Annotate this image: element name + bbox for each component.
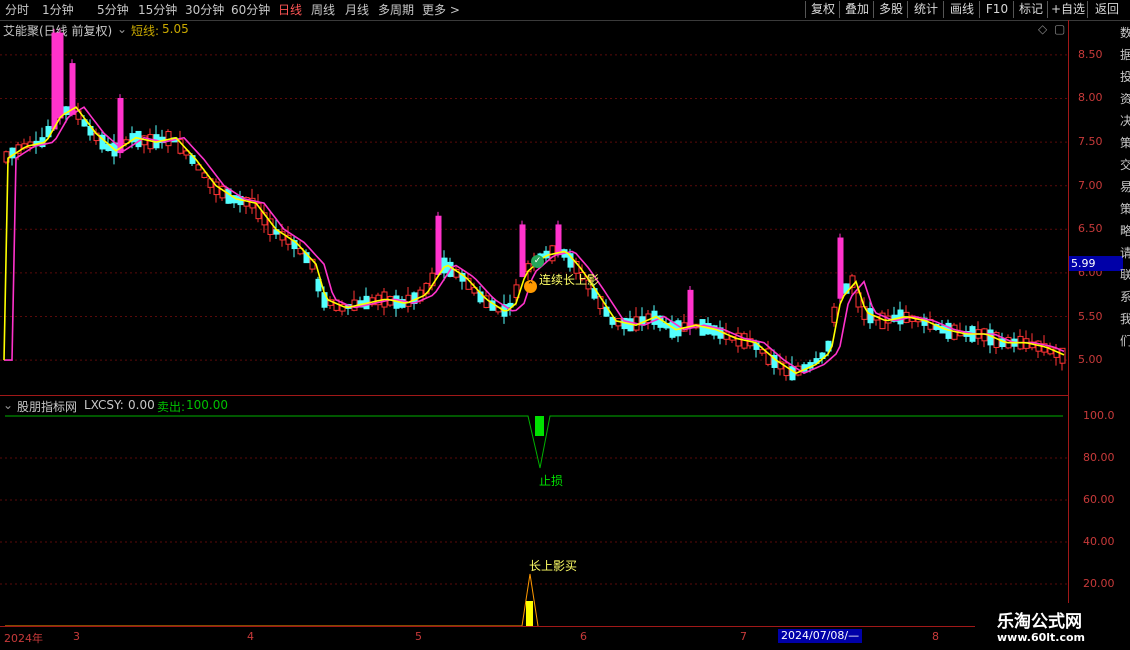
date-label-4: 4 bbox=[247, 630, 254, 643]
candle bbox=[87, 119, 94, 141]
check-icon[interactable]: ✓ bbox=[531, 255, 544, 268]
warning-icon[interactable]: ⌃ bbox=[524, 280, 537, 293]
watermark: 乐淘公式网 www.60lt.com bbox=[975, 603, 1130, 650]
indicator-tick-label: 60.00 bbox=[1083, 493, 1115, 506]
button-f10[interactable]: F10 bbox=[979, 1, 1014, 18]
indicator-tick-label: 40.00 bbox=[1083, 535, 1115, 548]
button-overlay[interactable]: 叠加 bbox=[839, 1, 874, 18]
candle bbox=[159, 129, 166, 149]
cursor-date-tag: 2024/07/08/— bbox=[778, 629, 863, 643]
button-draw-line[interactable]: 画线 bbox=[943, 1, 980, 18]
date-label-year: 2024年 bbox=[4, 632, 43, 645]
button-multi-stock[interactable]: 多股 bbox=[873, 1, 908, 18]
long-shadow-annotation: 连续长上影 bbox=[539, 273, 600, 287]
candle bbox=[897, 301, 904, 331]
indicator-tick-label: 20.00 bbox=[1083, 577, 1115, 590]
candle bbox=[51, 28, 58, 131]
price-tick-label: 7.50 bbox=[1078, 135, 1103, 149]
tab-multi-period[interactable]: 多周期 bbox=[378, 2, 414, 18]
ma-line-magenta bbox=[4, 106, 1065, 375]
candle bbox=[507, 294, 514, 316]
candle bbox=[267, 212, 274, 242]
tab-5min[interactable]: 5分钟 bbox=[97, 2, 129, 18]
period-toolbar: 分时 1分钟 5分钟 15分钟 30分钟 60分钟 日线 周线 月线 多周期 更… bbox=[0, 0, 1130, 21]
tab-30min[interactable]: 30分钟 bbox=[185, 2, 224, 18]
long-shadow-buy-label: 长上影买 bbox=[529, 559, 578, 573]
tab-weekly[interactable]: 周线 bbox=[311, 2, 335, 18]
watermark-url: www.60lt.com bbox=[997, 631, 1086, 644]
date-label-8: 8 bbox=[932, 630, 939, 643]
tab-1min[interactable]: 1分钟 bbox=[42, 2, 74, 18]
candle bbox=[903, 305, 910, 324]
price-tick-label: 5.00 bbox=[1078, 353, 1103, 367]
button-mark[interactable]: 标记 bbox=[1013, 1, 1048, 18]
buy-signal-bar bbox=[526, 601, 533, 626]
candle bbox=[837, 233, 844, 303]
tab-monthly[interactable]: 月线 bbox=[345, 2, 369, 18]
candle bbox=[561, 248, 568, 261]
price-tick-label: 8.00 bbox=[1078, 91, 1103, 105]
candle bbox=[291, 235, 298, 258]
date-axis-line bbox=[0, 626, 975, 627]
date-label-3: 3 bbox=[73, 630, 80, 643]
price-tick-label: 6.50 bbox=[1078, 222, 1103, 236]
candle bbox=[1023, 330, 1030, 353]
candle bbox=[981, 327, 988, 348]
tab-daily[interactable]: 日线 bbox=[278, 2, 302, 18]
candle bbox=[33, 131, 40, 154]
candle bbox=[387, 295, 394, 307]
candle bbox=[153, 125, 160, 151]
candle bbox=[237, 190, 244, 213]
price-tick-label: 7.00 bbox=[1078, 178, 1103, 192]
button-fuquan[interactable]: 复权 bbox=[805, 1, 840, 18]
button-statistics[interactable]: 统计 bbox=[907, 1, 944, 18]
candle bbox=[987, 323, 994, 354]
stop-loss-bar bbox=[535, 416, 544, 436]
candle bbox=[213, 178, 220, 203]
candle bbox=[633, 307, 640, 333]
candle bbox=[957, 322, 964, 337]
tab-60min[interactable]: 60分钟 bbox=[231, 2, 270, 18]
button-add-watchlist[interactable]: +自选 bbox=[1047, 1, 1088, 18]
price-tick-label: 8.50 bbox=[1078, 47, 1103, 61]
indicator-tick-label: 80.00 bbox=[1083, 451, 1115, 464]
candle bbox=[1029, 333, 1036, 351]
indicator-chart[interactable] bbox=[0, 396, 1068, 626]
price-tick-label: 5.50 bbox=[1078, 309, 1103, 323]
button-back[interactable]: 返回 bbox=[1087, 1, 1126, 18]
candle bbox=[393, 289, 400, 317]
lxcsy-line bbox=[5, 573, 539, 626]
current-price-tag: 5.99 bbox=[1069, 256, 1123, 271]
tab-15min[interactable]: 15分钟 bbox=[138, 2, 177, 18]
date-label-5: 5 bbox=[415, 630, 422, 643]
candle bbox=[261, 204, 268, 233]
watermark-title: 乐淘公式网 bbox=[997, 612, 1082, 632]
candle bbox=[57, 28, 64, 125]
tab-fenshi[interactable]: 分时 bbox=[5, 2, 29, 18]
stop-loss-label: 止损 bbox=[539, 474, 564, 488]
candle bbox=[1017, 329, 1024, 351]
candlestick-chart[interactable] bbox=[0, 20, 1068, 395]
candle bbox=[405, 287, 412, 313]
date-label-6: 6 bbox=[580, 630, 587, 643]
candle bbox=[435, 211, 442, 276]
tab-more[interactable]: 更多 > bbox=[422, 2, 460, 18]
side-vertical-text: 数据投资决策交易策略请联系我们 bbox=[1120, 26, 1130, 348]
date-label-7: 7 bbox=[740, 630, 747, 643]
candle bbox=[519, 220, 526, 278]
candle bbox=[975, 321, 982, 345]
ma-line-yellow bbox=[3, 106, 1065, 375]
candle bbox=[639, 307, 646, 331]
sell-line bbox=[5, 415, 1063, 469]
indicator-tick-label: 100.0 bbox=[1083, 409, 1115, 422]
candle bbox=[615, 317, 622, 331]
